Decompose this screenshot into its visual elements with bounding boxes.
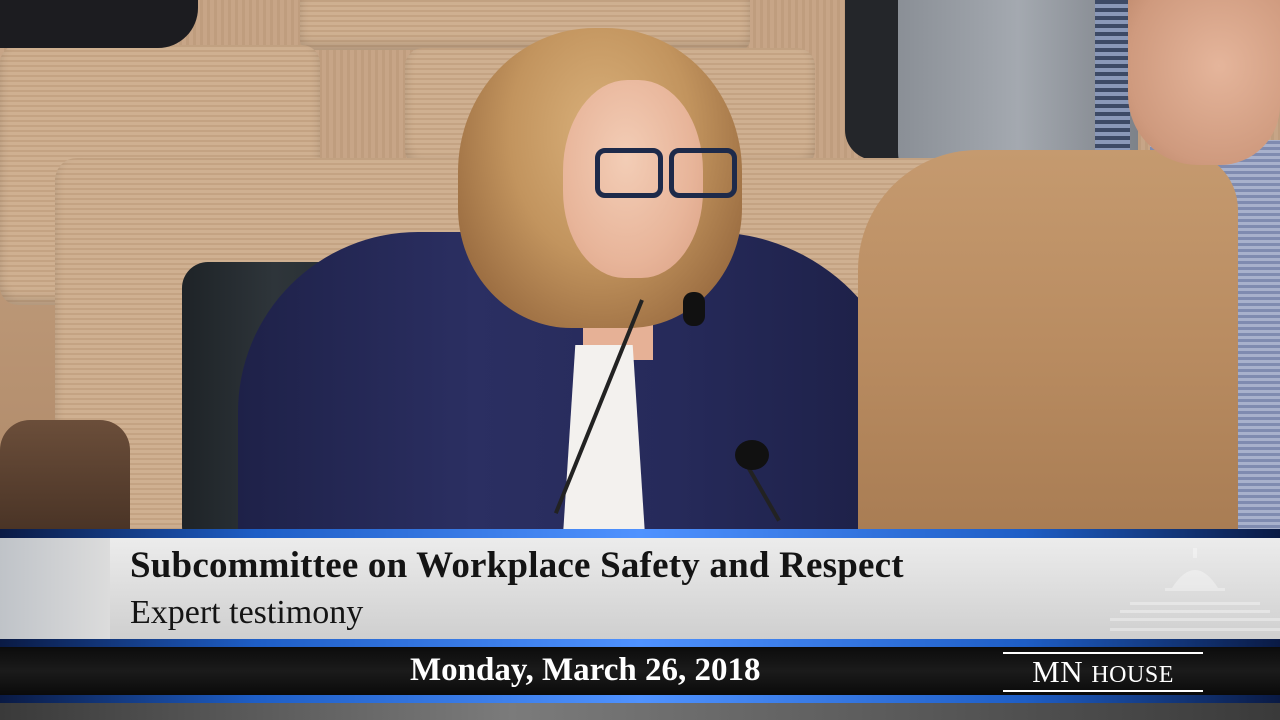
logo-main: MN [1032,654,1084,689]
man-head [1128,0,1280,165]
lower-third-top-rule [0,529,1280,538]
lower-third-mid-rule [0,639,1280,647]
microphone-2-head [735,440,769,470]
lower-third-title: Subcommittee on Workplace Safety and Res… [130,545,904,586]
background-person-left [0,0,198,48]
microphone-head [683,292,705,326]
man-tan-jacket [858,150,1238,540]
speaker-glasses [595,148,737,198]
logo-text: MN House [1003,655,1203,692]
wooden-armrest [0,420,130,530]
video-frame: Subcommittee on Workplace Safety and Res… [0,0,1280,720]
lower-third-left-shade [0,538,110,639]
lower-third-footer [0,703,1280,720]
lower-third-subtitle: Expert testimony [130,594,364,631]
mn-house-logo: MN House [1003,652,1203,692]
lower-third-bottom-rule [0,695,1280,703]
broadcast-date: Monday, March 26, 2018 [410,652,761,688]
logo-bottom-rule [1003,690,1203,692]
capitol-dome-icon [1110,548,1280,631]
speaker-white-blouse [563,345,645,535]
chair-back-top [300,0,750,50]
logo-rest: House [1091,662,1174,688]
